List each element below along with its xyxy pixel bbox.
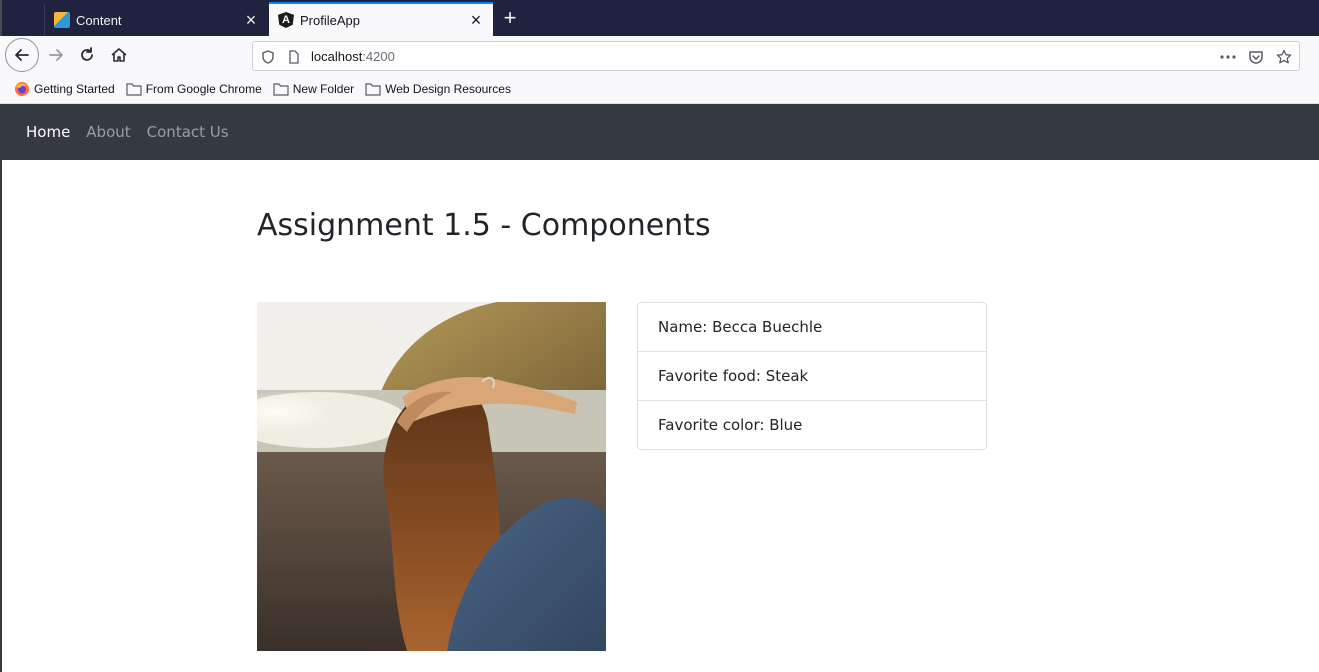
tab-title: Content — [76, 12, 122, 28]
more-actions-icon[interactable] — [1219, 48, 1237, 66]
folder-icon — [365, 82, 381, 96]
bookmarks-toolbar: Getting Started From Google Chrome New F… — [0, 74, 1319, 104]
tab-title: ProfileApp — [300, 12, 360, 28]
profile-color-item: Favorite color: Blue — [658, 416, 803, 434]
url-host: localhost — [311, 49, 363, 64]
tab-profileapp[interactable]: A ProfileApp × — [269, 2, 493, 36]
bookmark-star-icon[interactable] — [1275, 48, 1293, 66]
home-button[interactable] — [103, 39, 135, 71]
url-port: :4200 — [362, 49, 395, 64]
profile-name-item: Name: Becca Buechle — [638, 303, 986, 352]
browser-toolbar: localhost:4200 — [0, 36, 1319, 74]
close-icon[interactable]: × — [240, 9, 262, 31]
profile-photo-image — [257, 302, 606, 651]
url-text: localhost:4200 — [311, 49, 395, 64]
forward-button[interactable] — [40, 39, 72, 71]
window-edge — [0, 104, 2, 672]
profile-photo — [257, 302, 606, 651]
page-title: Assignment 1.5 - Components — [257, 208, 711, 243]
nav-item-about[interactable]: About — [86, 123, 130, 141]
bookmark-web-design-resources[interactable]: Web Design Resources — [365, 82, 511, 96]
reload-icon — [81, 47, 93, 61]
shield-icon[interactable] — [259, 48, 277, 66]
nav-item-contact-us[interactable]: Contact Us — [147, 123, 229, 141]
firefox-icon — [14, 81, 30, 97]
folder-icon — [126, 82, 142, 96]
reload-button[interactable] — [71, 39, 103, 71]
address-bar[interactable]: localhost:4200 — [252, 41, 1300, 71]
nav-item-home[interactable]: Home — [26, 123, 70, 141]
back-button[interactable] — [5, 38, 39, 72]
tab-content[interactable]: Content × — [44, 4, 268, 36]
page-icon[interactable] — [285, 48, 303, 66]
pocket-icon[interactable] — [1247, 48, 1265, 66]
profile-info-list: Name: Becca Buechle Favorite food: Steak… — [637, 302, 987, 450]
profile-food-item: Favorite food: Steak — [638, 352, 986, 401]
home-icon — [111, 48, 127, 62]
bookmark-new-folder[interactable]: New Folder — [273, 82, 354, 96]
angular-favicon-icon: A — [278, 12, 294, 28]
new-tab-button[interactable]: + — [498, 4, 522, 32]
bookmark-getting-started[interactable]: Getting Started — [14, 81, 115, 97]
back-arrow-icon — [15, 49, 29, 61]
tab-strip: Content × A ProfileApp × + — [0, 0, 1319, 36]
bookmark-from-google-chrome[interactable]: From Google Chrome — [126, 82, 262, 96]
close-icon[interactable]: × — [465, 9, 487, 31]
bookmark-label: New Folder — [292, 81, 355, 96]
folder-icon — [273, 82, 289, 96]
content-favicon-icon — [54, 12, 70, 28]
bookmark-label: From Google Chrome — [145, 81, 262, 96]
app-navbar: Home About Contact Us — [2, 104, 1319, 160]
bookmark-label: Web Design Resources — [385, 81, 511, 96]
forward-arrow-icon — [49, 49, 63, 61]
bookmark-label: Getting Started — [34, 81, 115, 96]
